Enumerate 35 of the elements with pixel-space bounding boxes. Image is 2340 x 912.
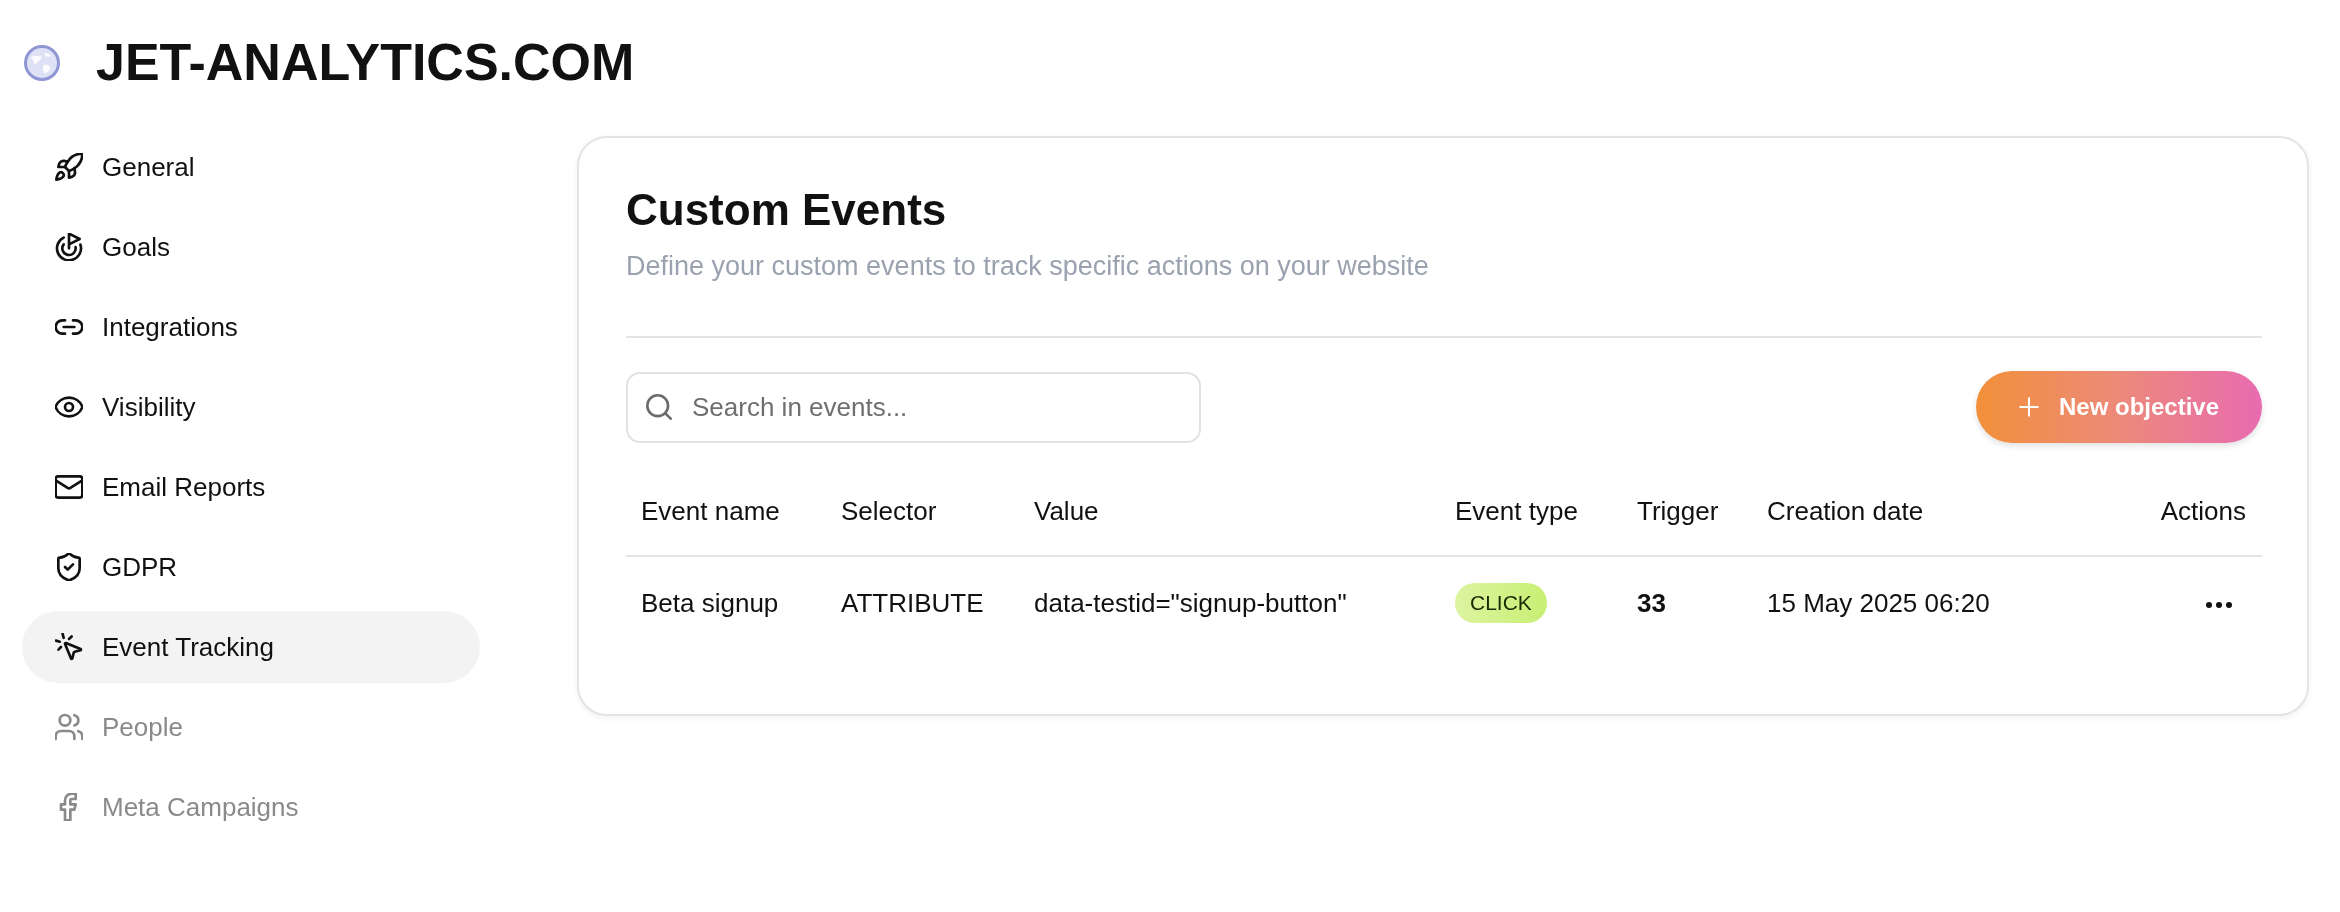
plus-icon <box>2018 397 2039 417</box>
column-header: Value <box>1019 467 1440 556</box>
page-subtitle: Define your custom events to track specific actions on your website <box>626 250 1430 282</box>
sidebar-item[interactable]: Event Tracking <box>22 611 480 683</box>
event-type-tag: CLICK <box>1455 583 1547 623</box>
page-title: Custom Events <box>626 184 948 236</box>
target-flag-icon <box>55 233 83 261</box>
people-icon <box>55 713 83 741</box>
sidebar-item[interactable]: Integrations <box>22 291 480 363</box>
search-icon <box>646 393 672 420</box>
globe-icon <box>24 45 60 81</box>
column-header: Actions <box>2120 467 2262 556</box>
column-header: Trigger <box>1622 467 1752 556</box>
sidebar-item[interactable]: General <box>22 131 480 203</box>
sidebar-item[interactable]: Email Reports <box>22 451 480 523</box>
column-header: Selector <box>826 467 1019 556</box>
search-field[interactable]: Search in events... <box>626 371 1201 443</box>
column-header: Event name <box>626 467 826 556</box>
rocket-icon <box>55 153 83 181</box>
sidebar-item[interactable]: GDPR <box>22 531 480 603</box>
site-title: JET-ANALYTICS.COM <box>96 34 635 92</box>
table-cell: 33 <box>1622 556 1752 649</box>
table-cell: Beta signup <box>626 556 826 649</box>
column-header: Creation date <box>1752 467 2120 556</box>
sidebar-item[interactable]: Visibility <box>22 371 480 443</box>
table-cell: 15 May 2025 06:20 <box>1752 556 2120 649</box>
sidebar-item[interactable]: Goals <box>22 211 480 283</box>
eye-icon <box>55 393 83 421</box>
table-cell: data-testid="signup-button" <box>1019 556 1440 649</box>
mail-icon <box>55 473 83 501</box>
shield-check-icon <box>55 553 83 581</box>
table-cell: ATTRIBUTE <box>826 556 1019 649</box>
pointer-click-icon <box>55 633 83 661</box>
column-header: Event type <box>1440 467 1622 556</box>
more-icon <box>2206 601 2232 608</box>
